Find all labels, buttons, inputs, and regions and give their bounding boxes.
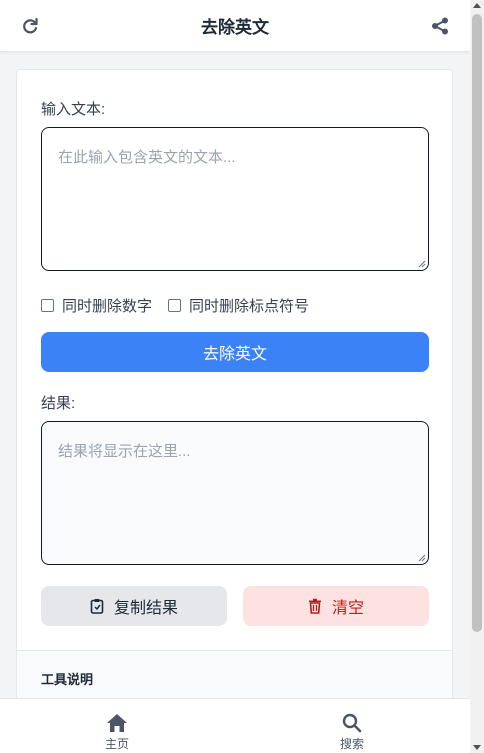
scroll-down-arrow-icon[interactable] bbox=[473, 745, 481, 750]
scrollbar-thumb[interactable] bbox=[472, 14, 482, 632]
trash-icon bbox=[308, 598, 321, 614]
input-placeholder: 在此输入包含英文的文本... bbox=[58, 149, 236, 166]
scroll-up-arrow-icon[interactable] bbox=[473, 3, 481, 8]
remove-punctuation-option[interactable]: 同时删除标点符号 bbox=[168, 295, 309, 316]
home-icon bbox=[107, 714, 127, 732]
tool-card: 输入文本: 在此输入包含英文的文本... 同时删除数字 同时删除标点符号 去除英… bbox=[16, 69, 453, 710]
clear-label: 清空 bbox=[331, 600, 364, 617]
options-row: 同时删除数字 同时删除标点符号 bbox=[41, 295, 325, 316]
remove-numbers-label: 同时删除数字 bbox=[62, 297, 153, 315]
scrollbar[interactable] bbox=[470, 0, 484, 753]
search-icon bbox=[342, 713, 362, 733]
clear-button[interactable]: 清空 bbox=[243, 586, 429, 626]
share-icon[interactable] bbox=[430, 16, 450, 36]
remove-english-button[interactable]: 去除英文 bbox=[41, 332, 429, 372]
copy-result-label: 复制结果 bbox=[113, 600, 178, 617]
result-textarea[interactable]: 结果将显示在这里... bbox=[41, 421, 429, 565]
result-placeholder: 结果将显示在这里... bbox=[58, 443, 191, 460]
page-title: 去除英文 bbox=[201, 18, 269, 37]
input-textarea[interactable]: 在此输入包含英文的文本... bbox=[41, 127, 429, 271]
remove-punctuation-label: 同时删除标点符号 bbox=[189, 297, 310, 315]
remove-numbers-checkbox[interactable] bbox=[41, 298, 54, 312]
app-header: 去除英文 bbox=[0, 0, 470, 52]
result-label: 结果: bbox=[41, 395, 76, 412]
remove-punctuation-checkbox[interactable] bbox=[168, 298, 182, 312]
refresh-icon[interactable] bbox=[20, 16, 40, 36]
nav-item-home[interactable]: 主页 bbox=[87, 713, 147, 752]
copy-result-button[interactable]: 复制结果 bbox=[41, 586, 227, 626]
bottom-nav: 主页 搜索 bbox=[0, 698, 470, 753]
remove-numbers-option[interactable]: 同时删除数字 bbox=[41, 295, 152, 316]
resize-grip-icon[interactable] bbox=[418, 554, 426, 562]
input-label: 输入文本: bbox=[41, 101, 106, 118]
clipboard-icon bbox=[90, 599, 104, 614]
tool-info-title: 工具说明 bbox=[41, 672, 94, 687]
nav-item-search[interactable]: 搜索 bbox=[322, 713, 382, 752]
resize-grip-icon[interactable] bbox=[418, 260, 426, 268]
nav-home-label: 主页 bbox=[104, 737, 129, 751]
nav-search-label: 搜索 bbox=[339, 737, 364, 751]
